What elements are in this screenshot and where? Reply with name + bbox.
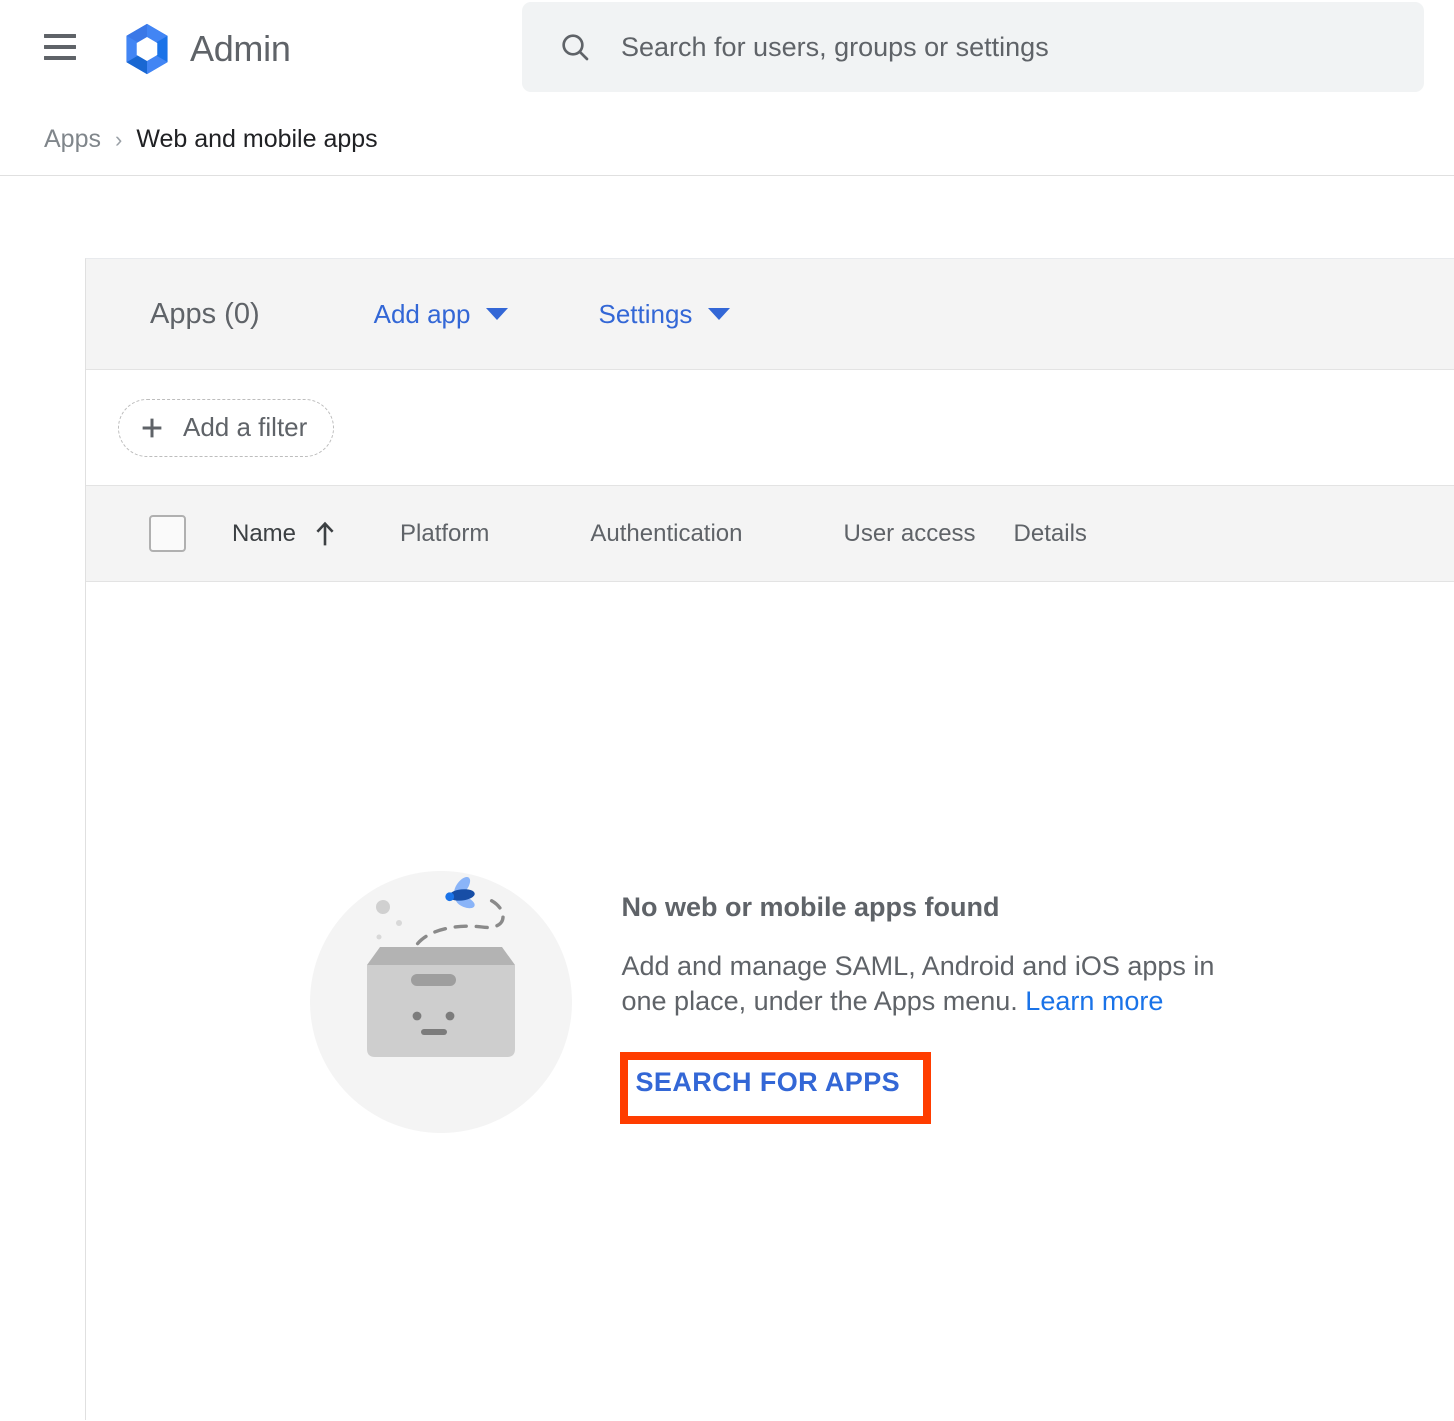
filter-bar: Add a filter (86, 370, 1454, 486)
empty-box-with-bee-illustration (309, 871, 572, 1133)
google-admin-hexagon-logo (126, 23, 168, 75)
hamburger-bar (44, 56, 76, 60)
hamburger-menu-icon[interactable] (44, 31, 76, 63)
search-icon (562, 34, 589, 61)
empty-state-title: No web or mobile apps found (621, 892, 1000, 923)
learn-more-link[interactable]: Learn more (1025, 986, 1163, 1016)
column-header-authentication[interactable]: Authentication (590, 520, 742, 548)
brand-area[interactable]: Admin (118, 20, 291, 78)
plus-icon (142, 418, 162, 437)
hamburger-bar (44, 45, 76, 49)
breadcrumb-item-current: Web and mobile apps (136, 125, 378, 153)
apps-count-label: Apps (0) (150, 297, 260, 330)
chevron-right-icon: › (114, 126, 123, 152)
empty-state: No web or mobile apps found Add and mana… (86, 583, 1454, 1421)
add-a-filter-button[interactable]: Add a filter (118, 398, 335, 457)
global-search-bar[interactable] (522, 2, 1424, 92)
arrow-up-icon (316, 521, 334, 545)
breadcrumb: Apps › Web and mobile apps (44, 125, 378, 154)
breadcrumb-item-apps[interactable]: Apps (44, 125, 101, 154)
brand-title: Admin (190, 28, 291, 69)
empty-state-text-block: No web or mobile apps found Add and mana… (619, 892, 1232, 1124)
chevron-down-icon (486, 308, 509, 320)
search-for-apps-button[interactable]: SEARCH FOR APPS (622, 1053, 911, 1112)
settings-label: Settings (598, 298, 693, 329)
column-header-name[interactable]: Name (232, 520, 336, 548)
empty-state-body: Add and manage SAML, Android and iOS app… (622, 949, 1232, 1018)
chevron-down-icon (708, 308, 731, 320)
card-toolbar: Apps (0) Add app Settings (86, 259, 1454, 370)
hamburger-bar (44, 34, 76, 38)
column-header-platform[interactable]: Platform (400, 520, 489, 548)
add-a-filter-label: Add a filter (183, 412, 308, 442)
add-app-menu-button[interactable]: Add app (374, 299, 509, 330)
column-header-user-access[interactable]: User access (844, 520, 976, 548)
search-input[interactable] (619, 30, 1400, 64)
cta-wrapper: SEARCH FOR APPS (619, 1051, 931, 1124)
web-and-mobile-apps-card: Apps (0) Add app Settings Add a filter N… (85, 258, 1454, 1420)
settings-menu-button[interactable]: Settings (598, 298, 731, 330)
column-header-details[interactable]: Details (1014, 520, 1087, 548)
column-header-name-label: Name (232, 519, 297, 547)
apps-table-header-row: Name Platform Authentication User access… (86, 486, 1454, 582)
select-all-checkbox[interactable] (149, 515, 186, 552)
add-app-label: Add app (373, 298, 471, 329)
